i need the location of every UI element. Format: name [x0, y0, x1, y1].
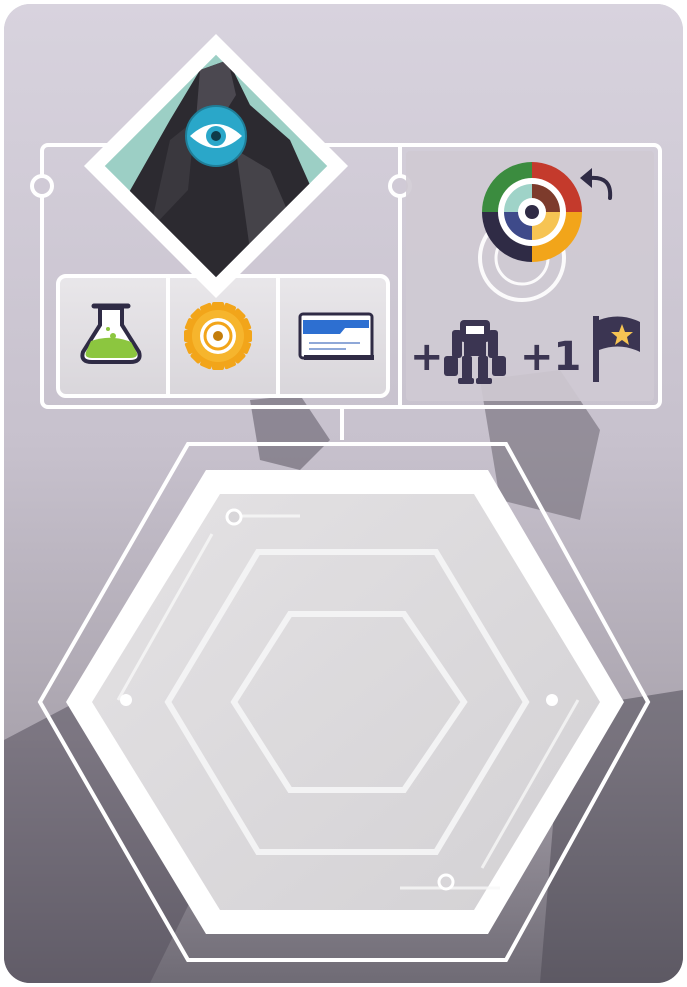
connector-node [30, 174, 54, 198]
robot-bonus-prefix: + [410, 334, 444, 380]
card-artwork: + +1 [4, 4, 683, 983]
card-icon [298, 312, 374, 360]
gear-icon [184, 302, 252, 370]
eye-icon [185, 105, 247, 167]
game-card: + +1 [4, 4, 683, 983]
flag-bonus-prefix: +1 [520, 334, 581, 380]
